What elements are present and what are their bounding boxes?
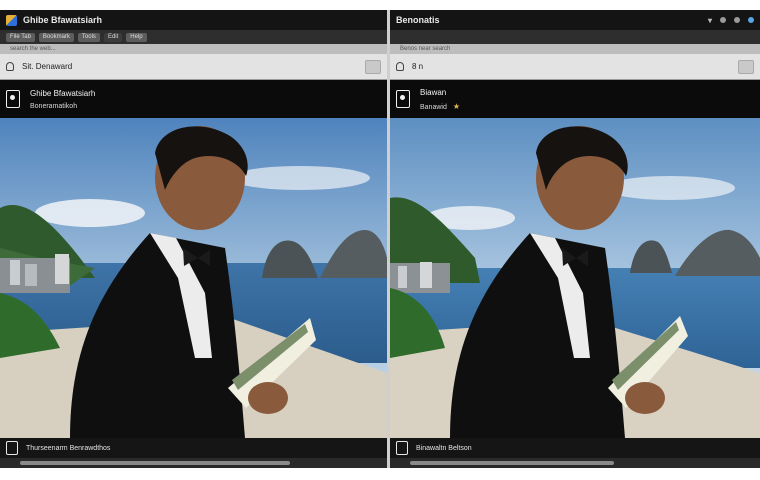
- right-titlebar: Benonatis ▾: [390, 10, 760, 30]
- toolbar-button-edit[interactable]: Edit: [103, 32, 123, 42]
- left-photo: [0, 118, 387, 438]
- toolbar-button-tools[interactable]: Tools: [77, 32, 100, 42]
- left-profile-subtitle: Boneramatikoh: [30, 102, 78, 110]
- left-address-action-button[interactable]: [365, 59, 381, 74]
- right-scroll-thumb[interactable]: [410, 461, 614, 465]
- right-window-title: Benonatis: [396, 15, 440, 25]
- left-profile-header: Ghibe Bfawatsiarh Boneramatikoh: [0, 80, 387, 118]
- settings-icon[interactable]: [720, 17, 726, 23]
- right-bottom-bar: Binawaltn Beltson: [390, 438, 760, 458]
- avatar-icon[interactable]: [6, 90, 20, 108]
- left-address-text[interactable]: Sit. Denaward: [22, 62, 72, 71]
- screenshot-frame: Ghibe Bfawatsiarh File Tab Bookmark Tool…: [0, 10, 760, 468]
- left-bottom-bar: Thurseenarm Benrawdthos: [0, 438, 387, 458]
- right-address-text[interactable]: 8 n: [412, 62, 423, 71]
- right-profile-name[interactable]: Biawan: [420, 88, 460, 97]
- page-icon[interactable]: [396, 441, 408, 455]
- minimize-icon[interactable]: ▾: [708, 16, 712, 25]
- right-browser-window: Benonatis ▾ Benos near search 8 n Biawan…: [390, 10, 760, 468]
- app-icon: [6, 14, 17, 26]
- toolbar-button-help[interactable]: Help: [126, 32, 147, 42]
- right-profile-subtitle: Banawid ★: [420, 101, 461, 111]
- left-titlebar: Ghibe Bfawatsiarh: [0, 10, 387, 30]
- right-scrollbar[interactable]: [390, 458, 760, 468]
- left-browser-window: Ghibe Bfawatsiarh File Tab Bookmark Tool…: [0, 10, 387, 468]
- right-toolbar: [390, 30, 760, 44]
- avatar-icon[interactable]: [396, 90, 410, 108]
- window-controls: ▾: [708, 16, 754, 25]
- right-footer-text: Binawaltn Beltson: [416, 444, 472, 452]
- lock-icon: [396, 62, 404, 71]
- lock-icon: [6, 62, 14, 71]
- left-address-bar[interactable]: Sit. Denaward: [0, 54, 387, 80]
- left-footer-text: Thurseenarm Benrawdthos: [26, 444, 111, 452]
- left-scrollbar[interactable]: [0, 458, 387, 468]
- left-toolbar: File Tab Bookmark Tools Edit Help: [0, 30, 387, 44]
- star-icon[interactable]: ★: [453, 102, 460, 111]
- left-window-title: Ghibe Bfawatsiarh: [23, 15, 103, 25]
- restore-icon[interactable]: [734, 17, 740, 23]
- right-address-action-button[interactable]: [738, 59, 754, 74]
- right-photo: [390, 118, 760, 438]
- page-icon[interactable]: [6, 441, 18, 455]
- right-url-hint[interactable]: Benos near search: [390, 44, 760, 54]
- toolbar-button-file[interactable]: File Tab: [6, 32, 35, 42]
- right-profile-header: Biawan Banawid ★: [390, 80, 760, 118]
- left-url-hint[interactable]: search the web...: [0, 44, 387, 54]
- right-address-bar[interactable]: 8 n: [390, 54, 760, 80]
- toolbar-button-bookmark[interactable]: Bookmark: [38, 32, 74, 42]
- left-scroll-thumb[interactable]: [20, 461, 290, 465]
- left-profile-name[interactable]: Ghibe Bfawatsiarh: [30, 89, 95, 98]
- close-icon[interactable]: [748, 17, 754, 23]
